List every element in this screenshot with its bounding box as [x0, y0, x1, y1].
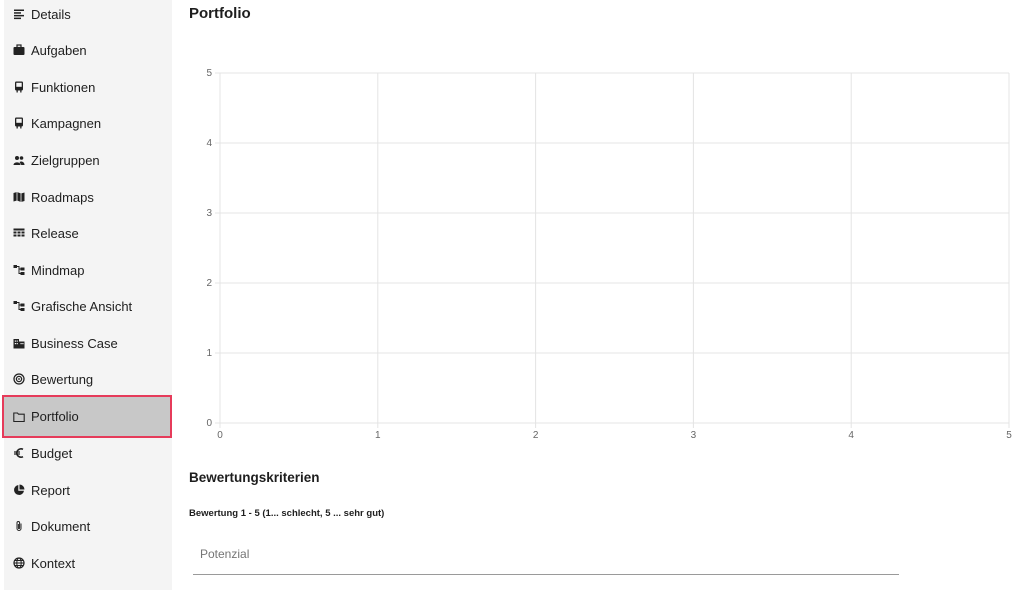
y-tick-label: 5: [206, 68, 212, 79]
y-tick-label: 0: [206, 418, 212, 429]
rating-hint: Bewertung 1 - 5 (1... schlecht, 5 ... se…: [189, 508, 385, 519]
criterion-field[interactable]: [193, 535, 899, 575]
sidebar-item-label: Zielgruppen: [31, 152, 100, 168]
y-tick-label: 3: [206, 208, 212, 219]
sidebar-item-label: Details: [31, 6, 71, 22]
y-tick-label: 2: [206, 278, 212, 289]
sidebar-item-label: Grafische Ansicht: [31, 298, 133, 314]
x-tick-label: 3: [691, 430, 697, 441]
sidebar-item-label: Mindmap: [31, 262, 85, 278]
globe-icon: [13, 557, 25, 569]
target-icon: [13, 373, 25, 385]
y-tick-label: 1: [206, 348, 212, 359]
potenzial-input[interactable]: [193, 535, 899, 573]
x-tick-label: 1: [375, 430, 381, 441]
sidebar-item-kampagnen[interactable]: Kampagnen: [4, 105, 172, 141]
y-tick-label: 4: [206, 138, 212, 149]
x-tick-label: 4: [848, 430, 854, 441]
sidebar-item-release[interactable]: Release: [4, 215, 172, 251]
x-tick-label: 2: [533, 430, 539, 441]
sidebar-item-label: Kontext: [31, 555, 76, 571]
map-icon: [13, 191, 25, 203]
building-icon: [13, 337, 25, 349]
paperclip-icon: [13, 520, 25, 532]
mindmap-icon: [13, 300, 25, 312]
sidebar-item-label: Roadmaps: [31, 189, 94, 205]
sidebar-nav: Details Aufgaben Funktionen Kampagnen Zielgr…: [2, 0, 172, 590]
sidebar-item-mindmap[interactable]: Mindmap: [4, 252, 172, 288]
sidebar-item-label: Funktionen: [31, 79, 96, 95]
sidebar-item-label: Business Case: [31, 335, 118, 351]
sidebar-item-bewertung[interactable]: Bewertung: [4, 361, 172, 397]
people-icon: [13, 154, 25, 166]
sidebar-item-business-case[interactable]: Business Case: [4, 325, 172, 361]
sidebar-item-label: Budget: [31, 445, 73, 461]
sidebar-item-grafische-ansicht[interactable]: Grafische Ansicht: [4, 288, 172, 324]
release-icon: [13, 227, 25, 239]
sidebar-item-label: Kampagnen: [31, 115, 102, 131]
sidebar-item-aufgaben[interactable]: Aufgaben: [4, 32, 172, 68]
page-title: Portfolio: [189, 5, 251, 22]
briefcase-icon: [13, 44, 25, 56]
device-icon: [13, 81, 25, 93]
sidebar-item-zielgruppen[interactable]: Zielgruppen: [4, 142, 172, 178]
sidebar-item-label: Bewertung: [31, 371, 94, 387]
sidebar-item-label: Dokument: [31, 518, 91, 534]
pie-chart-icon: [13, 484, 25, 496]
mindmap-icon: [13, 264, 25, 276]
x-tick-label: 0: [217, 430, 223, 441]
sidebar-item-dokument[interactable]: Dokument: [4, 508, 172, 544]
sidebar-item-roadmaps[interactable]: Roadmaps: [4, 179, 172, 215]
sidebar-item-funktionen[interactable]: Funktionen: [4, 69, 172, 105]
section-title: Bewertungskriterien: [189, 470, 320, 485]
euro-icon: [13, 447, 25, 459]
device-icon: [13, 117, 25, 129]
folder-icon: [13, 411, 25, 423]
sidebar-item-label: Portfolio: [31, 409, 79, 424]
sidebar-item-budget[interactable]: Budget: [4, 435, 172, 471]
portfolio-chart: 0 1 2 3 4 5 0 1 2 3 4 5: [206, 68, 1012, 441]
sidebar-item-label: Release: [31, 225, 79, 241]
sidebar-item-report[interactable]: Report: [4, 472, 172, 508]
sidebar-item-portfolio[interactable]: Portfolio: [2, 395, 172, 438]
sidebar-item-label: Aufgaben: [31, 42, 87, 58]
sidebar-item-kontext[interactable]: Kontext: [4, 545, 172, 581]
details-icon: [13, 8, 25, 20]
sidebar-item-details[interactable]: Details: [4, 0, 172, 32]
main-content: Portfolio 0 1 2 3 4 5 0 1 2 3 4 5 Bewertungskriteri…: [172, 0, 1024, 592]
x-tick-label: 5: [1006, 430, 1012, 441]
sidebar-item-label: Report: [31, 482, 71, 498]
